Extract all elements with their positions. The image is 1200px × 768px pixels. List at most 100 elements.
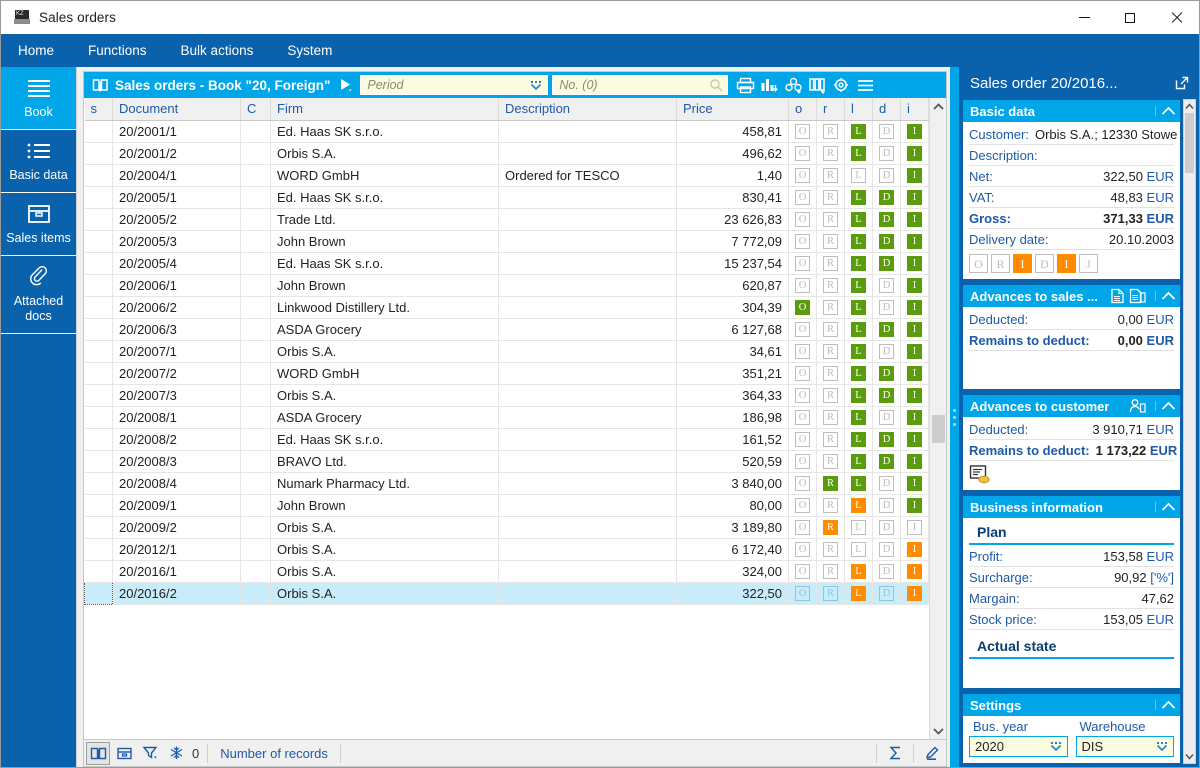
cell-flag-o[interactable]: O xyxy=(788,582,817,605)
doc-multi-icon[interactable] xyxy=(1129,288,1146,304)
minimize-button[interactable] xyxy=(1061,1,1107,34)
doc-single-icon[interactable] xyxy=(1110,288,1125,304)
col-header-c[interactable]: C xyxy=(240,98,271,121)
detail-scrollbar-thumb[interactable] xyxy=(1185,113,1194,173)
cell-flag-o[interactable]: O xyxy=(788,142,817,165)
cell-flag-d[interactable]: D xyxy=(872,450,901,473)
sigma-icon[interactable] xyxy=(883,742,907,765)
cell-flag-i[interactable]: I xyxy=(900,406,929,429)
cell-flag-o[interactable]: O xyxy=(788,450,817,473)
collapse-chevron-icon[interactable] xyxy=(1155,700,1176,710)
detail-scrollbar-track[interactable] xyxy=(1184,113,1195,750)
cell-flag-l[interactable]: L xyxy=(844,582,873,605)
cell-flag-d[interactable]: D xyxy=(872,560,901,583)
cell-flag-d[interactable]: D xyxy=(872,582,901,605)
table-row[interactable]: 20/2009/2 Orbis S.A. 3 189,80 O R L D I xyxy=(84,516,929,539)
panel-splitter[interactable] xyxy=(950,67,959,767)
cell-flag-r[interactable]: R xyxy=(816,164,845,187)
cell-flag-d[interactable]: D xyxy=(872,362,901,385)
cell-flag-d[interactable]: D xyxy=(872,230,901,253)
table-row[interactable]: 20/2006/1 John Brown 620,87 O R L D I xyxy=(84,274,929,297)
table-row[interactable]: 20/2007/1 Orbis S.A. 34,61 O R L D I xyxy=(84,340,929,363)
cell-flag-r[interactable]: R xyxy=(816,296,845,319)
sidebar-item-book[interactable]: Book xyxy=(1,67,76,130)
cell-flag-o[interactable]: O xyxy=(788,318,817,341)
cell-flag-i[interactable]: I xyxy=(900,494,929,517)
cluster-icon[interactable] xyxy=(782,74,804,96)
table-vertical-scrollbar[interactable] xyxy=(929,98,946,739)
table-row[interactable]: 20/2005/3 John Brown 7 772,09 O R L D I xyxy=(84,230,929,253)
cell-flag-l[interactable]: L xyxy=(844,428,873,451)
col-header-d[interactable]: d xyxy=(872,98,901,121)
cell-flag-i[interactable]: I xyxy=(900,516,929,539)
card-settings-header[interactable]: Settings xyxy=(963,694,1180,716)
cell-flag-d[interactable]: D xyxy=(872,472,901,495)
cell-flag-l[interactable]: L xyxy=(844,538,873,561)
cell-flag-l[interactable]: L xyxy=(844,296,873,319)
status-badge[interactable]: J xyxy=(1079,254,1098,273)
col-header-description[interactable]: Description xyxy=(498,98,677,121)
cell-flag-r[interactable]: R xyxy=(816,384,845,407)
cell-flag-r[interactable]: R xyxy=(816,318,845,341)
scrollbar-track[interactable] xyxy=(930,115,946,722)
table-row[interactable]: 20/2008/1 ASDA Grocery 186,98 O R L D I xyxy=(84,406,929,429)
cell-flag-l[interactable]: L xyxy=(844,164,873,187)
card-advances-to-sales-header[interactable]: Advances to sales ... xyxy=(963,285,1180,307)
cell-flag-o[interactable]: O xyxy=(788,538,817,561)
cell-flag-i[interactable]: I xyxy=(900,230,929,253)
cell-flag-i[interactable]: I xyxy=(900,252,929,275)
col-header-s[interactable]: s xyxy=(84,98,113,121)
cell-flag-r[interactable]: R xyxy=(816,186,845,209)
popout-icon[interactable] xyxy=(1174,75,1190,91)
cell-flag-o[interactable]: O xyxy=(788,362,817,385)
col-header-o[interactable]: o xyxy=(788,98,817,121)
col-header-r[interactable]: r xyxy=(816,98,845,121)
cell-flag-d[interactable]: D xyxy=(872,340,901,363)
cell-flag-r[interactable]: R xyxy=(816,582,845,605)
cell-flag-i[interactable]: I xyxy=(900,428,929,451)
scroll-up-button[interactable] xyxy=(930,98,946,115)
table-row[interactable]: 20/2001/2 Orbis S.A. 496,62 O R L D I xyxy=(84,142,929,165)
table-row[interactable]: 20/2001/1 Ed. Haas SK s.r.o. 458,81 O R L D I xyxy=(84,120,929,143)
cell-flag-l[interactable]: L xyxy=(844,340,873,363)
cell-flag-d[interactable]: D xyxy=(872,142,901,165)
cell-flag-r[interactable]: R xyxy=(816,208,845,231)
cell-flag-d[interactable]: D xyxy=(872,516,901,539)
period-filter-input[interactable]: Period xyxy=(360,75,549,95)
cell-flag-d[interactable]: D xyxy=(872,252,901,275)
status-badge[interactable]: R xyxy=(991,254,1010,273)
cell-flag-d[interactable]: D xyxy=(872,428,901,451)
scroll-down-button[interactable] xyxy=(930,722,946,739)
table-row[interactable]: 20/2005/2 Trade Ltd. 23 626,83 O R L D I xyxy=(84,208,929,231)
cell-flag-d[interactable]: D xyxy=(872,406,901,429)
columns-icon[interactable] xyxy=(806,74,828,96)
cell-flag-l[interactable]: L xyxy=(844,186,873,209)
number-search-input[interactable]: No. (0) xyxy=(552,75,729,95)
detail-scroll-up-button[interactable] xyxy=(1184,100,1195,113)
cell-flag-r[interactable]: R xyxy=(816,516,845,539)
snowflake-button[interactable] xyxy=(164,742,188,765)
detail-vertical-scrollbar[interactable] xyxy=(1183,99,1196,764)
col-header-l[interactable]: l xyxy=(844,98,873,121)
cell-flag-l[interactable]: L xyxy=(844,516,873,539)
cell-flag-l[interactable]: L xyxy=(844,362,873,385)
cell-flag-i[interactable]: I xyxy=(900,340,929,363)
cell-flag-o[interactable]: O xyxy=(788,230,817,253)
filter-button[interactable] xyxy=(138,742,162,765)
cell-flag-l[interactable]: L xyxy=(844,560,873,583)
menu-item-functions[interactable]: Functions xyxy=(71,34,164,67)
cell-flag-r[interactable]: R xyxy=(816,274,845,297)
cell-flag-i[interactable]: I xyxy=(900,318,929,341)
cell-flag-i[interactable]: I xyxy=(900,472,929,495)
status-badge[interactable]: I xyxy=(1013,254,1032,273)
cell-flag-r[interactable]: R xyxy=(816,428,845,451)
cell-flag-d[interactable]: D xyxy=(872,494,901,517)
cell-flag-l[interactable]: L xyxy=(844,252,873,275)
cell-flag-l[interactable]: L xyxy=(844,494,873,517)
cell-flag-r[interactable]: R xyxy=(816,560,845,583)
cell-flag-i[interactable]: I xyxy=(900,142,929,165)
cell-flag-l[interactable]: L xyxy=(844,406,873,429)
cell-flag-i[interactable]: I xyxy=(900,538,929,561)
cell-flag-r[interactable]: R xyxy=(816,538,845,561)
cell-flag-i[interactable]: I xyxy=(900,186,929,209)
